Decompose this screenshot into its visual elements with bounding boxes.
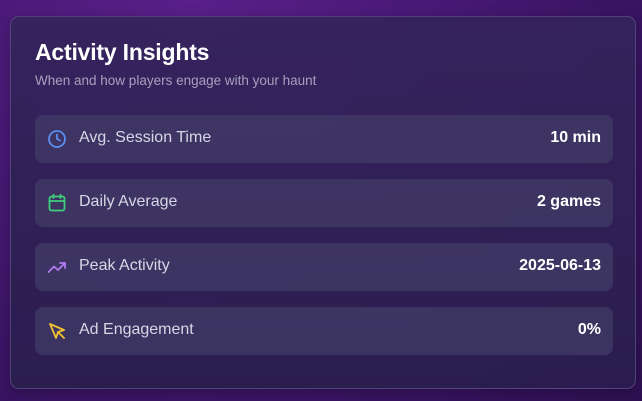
stat-row-peak-activity: Peak Activity 2025-06-13 — [35, 243, 613, 291]
stat-label: Daily Average — [79, 193, 178, 210]
stat-label: Ad Engagement — [79, 321, 194, 338]
activity-insights-card: Activity Insights When and how players e… — [10, 16, 636, 389]
stat-row-session-time: Avg. Session Time 10 min — [35, 115, 613, 163]
card-title: Activity Insights — [35, 39, 210, 65]
clock-icon — [47, 129, 67, 149]
stat-label: Avg. Session Time — [79, 129, 212, 146]
stat-value: 2025-06-13 — [519, 257, 601, 274]
card-subtitle: When and how players engage with your ha… — [35, 73, 317, 88]
stat-row-daily-average: Daily Average 2 games — [35, 179, 613, 227]
trending-up-icon — [47, 257, 67, 277]
stat-label: Peak Activity — [79, 257, 170, 274]
stat-value: 2 games — [536, 193, 601, 210]
stat-value: 0% — [577, 321, 601, 338]
calendar-icon — [47, 193, 67, 213]
stat-row-ad-engagement: Ad Engagement 0% — [35, 307, 613, 355]
cursor-pointer-icon — [47, 321, 67, 341]
stat-value: 10 min — [550, 129, 601, 146]
